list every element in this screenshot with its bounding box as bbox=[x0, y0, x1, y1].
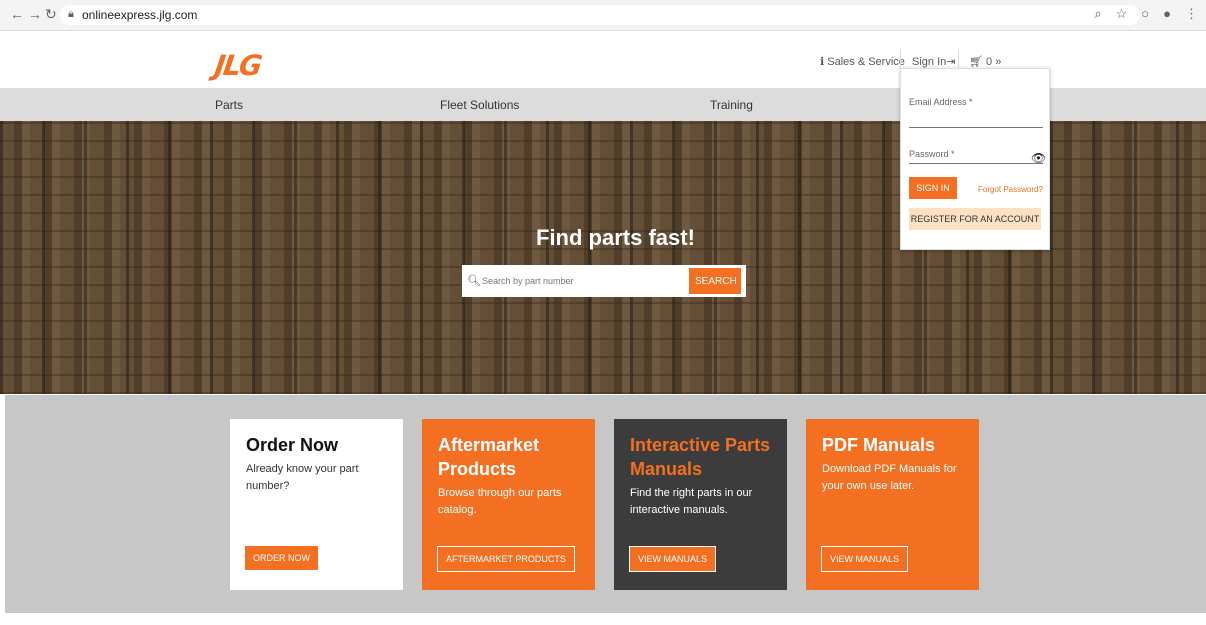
cart-count: 0 bbox=[986, 56, 993, 68]
quick-links-section: Order Now Already know your part number?… bbox=[5, 395, 1206, 613]
aftermarket-products-card: Aftermarket Products Browse through our … bbox=[422, 419, 595, 590]
cart-link[interactable]: 🛒︎ 0 » bbox=[969, 55, 1001, 68]
sign-in-link[interactable]: Sign In⇥ bbox=[912, 55, 955, 68]
sign-in-dropdown: Email Address * Password * 👁︎ SIGN IN Fo… bbox=[900, 68, 1050, 250]
view-pdf-manuals-button[interactable]: VIEW MANUALS bbox=[821, 546, 909, 572]
order-now-card: Order Now Already know your part number?… bbox=[230, 419, 403, 590]
url-text: onlineexpress.jlg.com bbox=[82, 8, 198, 22]
sales-service-label: Sales & Service bbox=[827, 56, 905, 68]
zoom-icon[interactable]: ⌕ bbox=[1094, 6, 1101, 22]
password-label: Password * bbox=[909, 149, 955, 159]
card-title: Interactive Parts Manuals bbox=[630, 435, 771, 479]
part-search-box: 🔍︎ SEARCH bbox=[462, 265, 746, 297]
aftermarket-products-button[interactable]: AFTERMARKET PRODUCTS bbox=[437, 546, 575, 572]
profile-icon[interactable]: ● bbox=[1163, 6, 1171, 22]
search-icon: 🔍︎ bbox=[467, 275, 481, 287]
menu-icon[interactable]: ⋮ bbox=[1185, 6, 1198, 22]
card-text: Find the right parts in our interactive … bbox=[630, 487, 753, 516]
view-interactive-manuals-button[interactable]: VIEW MANUALS bbox=[629, 546, 717, 572]
card-title: Aftermarket Products bbox=[438, 435, 540, 479]
sales-service-link[interactable]: ℹ Sales & Service bbox=[820, 55, 905, 68]
forward-arrow-icon[interactable]: → bbox=[28, 6, 42, 22]
extension-icon[interactable]: ○ bbox=[1141, 6, 1149, 22]
address-bar[interactable]: 🔒︎ onlineexpress.jlg.com bbox=[60, 5, 1140, 25]
card-title: Order Now bbox=[246, 435, 339, 455]
browser-toolbar: ← → ↻ 🔒︎ onlineexpress.jlg.com ⌕ ☆ ○ ● ⋮ bbox=[0, 0, 1206, 31]
card-text: Already know your part number? bbox=[246, 463, 359, 492]
interactive-parts-manuals-card: Interactive Parts Manuals Find the right… bbox=[614, 419, 787, 590]
password-field[interactable] bbox=[909, 163, 1043, 164]
hero-title: Find parts fast! bbox=[536, 225, 695, 250]
forgot-password-link[interactable]: Forgot Password? bbox=[978, 185, 1043, 194]
sign-in-button[interactable]: SIGN IN bbox=[909, 177, 957, 199]
star-icon[interactable]: ☆ bbox=[1116, 6, 1128, 22]
search-button[interactable]: SEARCH bbox=[689, 268, 741, 294]
card-text: Download PDF Manuals for your own use la… bbox=[822, 463, 957, 492]
lock-icon: 🔒︎ bbox=[68, 8, 74, 20]
part-search-input[interactable] bbox=[480, 269, 684, 293]
cart-icon: 🛒︎ bbox=[969, 56, 983, 68]
card-text: Browse through our parts catalog. bbox=[438, 487, 562, 516]
email-label: Email Address * bbox=[909, 97, 973, 107]
pdf-manuals-card: PDF Manuals Download PDF Manuals for you… bbox=[806, 419, 979, 590]
register-account-button[interactable]: REGISTER FOR AN ACCOUNT bbox=[909, 208, 1041, 230]
jlg-logo[interactable]: JLG bbox=[213, 49, 263, 82]
order-now-button[interactable]: ORDER NOW bbox=[245, 546, 318, 570]
browser-action-icons: ⌕ ☆ ○ ● ⋮ bbox=[1094, 6, 1198, 22]
nav-item-parts[interactable]: Parts bbox=[215, 98, 243, 112]
reload-icon[interactable]: ↻ bbox=[45, 6, 57, 23]
nav-item-fleet-solutions[interactable]: Fleet Solutions bbox=[440, 98, 519, 112]
back-arrow-icon[interactable]: ← bbox=[10, 6, 24, 22]
sign-in-icon: ⇥ bbox=[946, 56, 956, 68]
card-title: PDF Manuals bbox=[822, 435, 936, 455]
email-field[interactable] bbox=[909, 127, 1043, 128]
sign-in-label: Sign In bbox=[912, 56, 947, 68]
info-icon: ℹ bbox=[820, 56, 825, 68]
nav-item-training[interactable]: Training bbox=[710, 98, 753, 112]
cart-more: » bbox=[995, 56, 1002, 68]
